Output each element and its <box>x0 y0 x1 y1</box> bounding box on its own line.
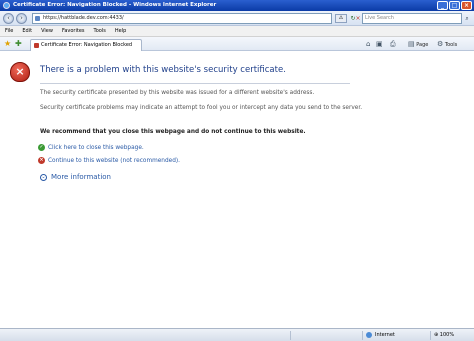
window-controls: _ □ × <box>437 1 472 10</box>
menu-edit[interactable]: Edit <box>22 26 32 36</box>
search-input[interactable]: Live Search <box>362 13 462 24</box>
certificate-error-badge[interactable]: ⚠ <box>335 14 347 23</box>
status-divider <box>430 331 431 340</box>
magnifier-icon: ⊕ <box>434 332 439 338</box>
navigation-bar: ‹ › https://hattblade.dev.com:4433/ ⚠ ↻ … <box>0 11 474 26</box>
error-page-icon <box>34 43 39 48</box>
menu-help[interactable]: Help <box>115 26 126 36</box>
globe-icon <box>366 331 372 338</box>
menu-view[interactable]: View <box>41 26 53 36</box>
page-content: × There is a problem with this website's… <box>0 51 474 328</box>
add-favorites-icon[interactable]: ✚ <box>15 39 22 49</box>
page-title: There is a problem with this website's s… <box>40 65 286 75</box>
browser-tab[interactable]: Certificate Error: Navigation Blocked <box>30 39 142 51</box>
checkmark-icon: ✓ <box>38 144 45 151</box>
tools-menu[interactable]: ⚙ Tools <box>437 39 457 49</box>
status-divider <box>290 331 291 340</box>
security-zone[interactable]: Internet <box>366 331 395 340</box>
tab-title: Certificate Error: Navigation Blocked <box>41 42 133 48</box>
zone-label: Internet <box>375 332 395 338</box>
error-shield-icon: × <box>10 62 30 82</box>
menu-file[interactable]: File <box>5 26 13 36</box>
address-mismatch-text: The security certificate presented by th… <box>40 90 315 96</box>
divider <box>40 83 350 84</box>
internet-explorer-icon <box>3 2 10 9</box>
search-icon[interactable]: ⌕ <box>462 13 472 24</box>
continue-label: Continue to this website (not recommende… <box>48 158 181 164</box>
warning-shield-icon: × <box>38 157 45 164</box>
menu-bar: File Edit View Favorites Tools Help <box>0 26 474 37</box>
close-page-label: Click here to close this webpage. <box>48 145 144 151</box>
status-bar: Internet ⊕ 100% <box>0 328 474 341</box>
zoom-label: 100% <box>439 332 455 338</box>
forward-button[interactable]: › <box>16 13 27 24</box>
address-bar[interactable]: https://hattblade.dev.com:4433/ <box>32 13 332 24</box>
print-icon[interactable]: ⎙ <box>390 39 396 49</box>
page-menu-label: Page <box>416 42 429 48</box>
more-information-label: More information <box>51 173 111 181</box>
status-divider <box>362 331 363 340</box>
feeds-icon[interactable]: ▣ <box>376 39 383 49</box>
window-titlebar: Certificate Error: Navigation Blocked - … <box>0 0 474 11</box>
minimize-button[interactable]: _ <box>437 1 448 10</box>
search-placeholder: Live Search <box>365 15 394 21</box>
page-icon <box>35 16 40 21</box>
close-page-link[interactable]: ✓ Click here to close this webpage. <box>38 144 144 152</box>
tools-menu-label: Tools <box>444 42 458 48</box>
back-button[interactable]: ‹ <box>3 13 14 24</box>
security-warning-text: Security certificate problems may indica… <box>40 105 363 111</box>
maximize-button[interactable]: □ <box>449 1 460 10</box>
expand-icon: ⌄ <box>40 173 47 181</box>
menu-tools[interactable]: Tools <box>94 26 106 36</box>
stop-icon[interactable]: × <box>354 14 362 23</box>
favorites-star-icon[interactable]: ★ <box>4 39 11 49</box>
zoom-level[interactable]: ⊕ 100% <box>434 331 454 340</box>
more-information-toggle[interactable]: ⌄ More information <box>40 173 111 181</box>
close-window-button[interactable]: × <box>461 1 472 10</box>
favorites-bar: ★ ✚ Certificate Error: Navigation Blocke… <box>0 37 474 51</box>
recommendation-text: We recommend that you close this webpage… <box>40 129 306 135</box>
window-title: Certificate Error: Navigation Blocked - … <box>13 2 217 8</box>
page-menu[interactable]: ▤ Page <box>408 39 428 49</box>
continue-link[interactable]: × Continue to this website (not recommen… <box>38 157 181 165</box>
home-icon[interactable]: ⌂ <box>366 39 370 49</box>
address-url: https://hattblade.dev.com:4433/ <box>43 15 124 21</box>
menu-favorites[interactable]: Favorites <box>62 26 85 36</box>
